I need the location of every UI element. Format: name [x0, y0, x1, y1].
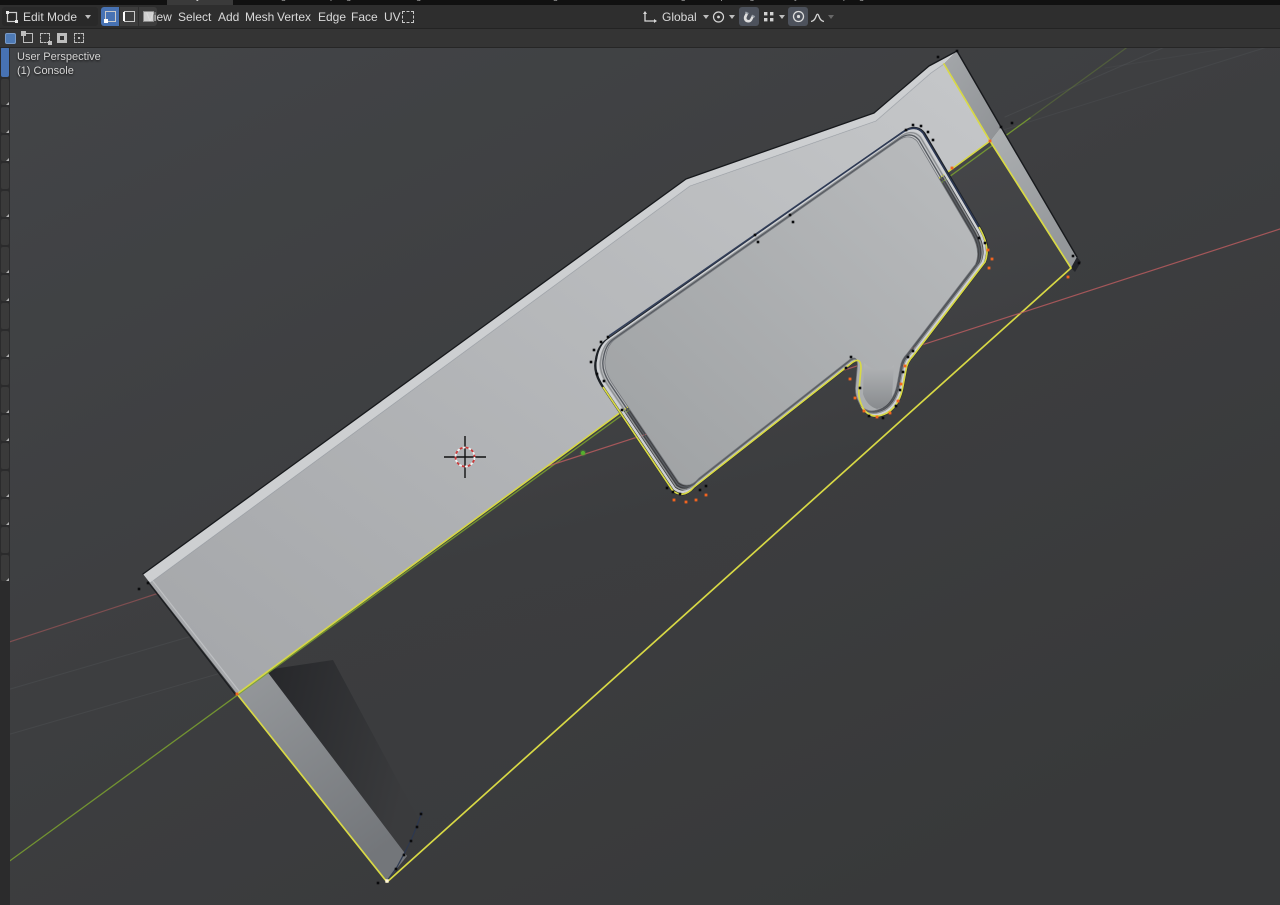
tool-button[interactable] [1, 191, 9, 217]
workspace-tab-strip[interactable]: Layout Modeling Sculpting UV Editing Texture… [0, 0, 1280, 5]
tool-button[interactable] [1, 387, 9, 413]
tool-button[interactable] [1, 443, 9, 469]
falloff-curve-icon [810, 13, 825, 22]
workspace-tab-modeling[interactable]: Modeling [246, 0, 287, 2]
snap-settings-dropdown[interactable] [762, 5, 785, 28]
tool-button[interactable] [1, 163, 9, 189]
select-mode-invert-button[interactable] [54, 31, 69, 45]
viewport-3d[interactable] [0, 0, 1280, 905]
menu-uv[interactable]: UV [384, 5, 401, 28]
viewport-overlay-text: User Perspective (1) Console [17, 50, 101, 78]
menu-select[interactable]: Select [178, 5, 211, 28]
xray-toggle-button[interactable] [402, 5, 414, 28]
tool-settings-bar [0, 29, 1280, 48]
select-mode-extend-button[interactable] [20, 31, 35, 45]
tool-button-active[interactable] [1, 47, 9, 77]
tool-button[interactable] [1, 275, 9, 301]
menu-view[interactable]: View [146, 5, 172, 28]
workspace-tab-sculpting[interactable]: Sculpting [310, 0, 351, 2]
xray-toggle-icon [402, 10, 414, 23]
mesh-console-object[interactable] [0, 0, 1280, 905]
menu-face[interactable]: Face [351, 5, 378, 28]
object-name-label: (1) Console [17, 65, 74, 77]
vertex-select-button[interactable] [101, 7, 119, 26]
select-mode-set-button[interactable] [3, 31, 18, 45]
menu-vertex[interactable]: Vertex [277, 5, 311, 28]
view-name-label: User Perspective [17, 51, 101, 63]
tool-button[interactable] [1, 107, 9, 133]
editmode-icon [6, 10, 18, 23]
viewport-header: Edit Mode View Select Add Mesh Vertex Edge Fac… [0, 5, 1280, 29]
tool-button[interactable] [1, 219, 9, 245]
chevron-down-icon [702, 14, 709, 19]
chevron-down-icon [85, 14, 92, 19]
pivot-dropdown[interactable] [711, 5, 735, 28]
magnet-icon [743, 10, 756, 22]
edge-select-button[interactable] [120, 7, 138, 26]
pivot-icon [712, 10, 725, 23]
workspace-tab-animation[interactable]: Animation [579, 0, 623, 2]
snap-settings-icon [764, 11, 774, 21]
proportional-editing-button[interactable] [788, 7, 808, 26]
select-mode-intersect-button[interactable] [71, 31, 86, 45]
workspace-tab-uv-editing[interactable]: UV Editing [374, 0, 421, 2]
tool-button[interactable] [1, 555, 9, 581]
menu-add[interactable]: Add [218, 5, 239, 28]
chevron-down-icon [729, 14, 735, 19]
tool-button[interactable] [1, 359, 9, 385]
tool-button[interactable] [1, 247, 9, 273]
mode-label: Edit Mode [23, 9, 78, 24]
tool-button[interactable] [1, 527, 9, 553]
tool-button[interactable] [1, 135, 9, 161]
menu-mesh[interactable]: Mesh [245, 5, 274, 28]
tool-button[interactable] [1, 499, 9, 525]
orientation-label: Global [662, 9, 697, 24]
tool-button[interactable] [1, 415, 9, 441]
tool-button[interactable] [1, 331, 9, 357]
orientation-dropdown[interactable]: Global [642, 5, 709, 28]
select-mode-options [3, 31, 86, 45]
toolbar-column [0, 47, 10, 905]
vertex-select-icon [103, 11, 116, 23]
falloff-dropdown[interactable] [810, 5, 834, 28]
workspace-tab-layout[interactable]: Layout [185, 0, 215, 2]
snap-toggle-button[interactable] [739, 7, 759, 26]
blender-window: { "workspace_tabs": { "items": [ {"label… [0, 0, 1280, 905]
workspace-tab-texture-paint[interactable]: Texture Paint [441, 0, 499, 2]
chevron-down-icon [779, 14, 785, 19]
tool-button[interactable] [1, 471, 9, 497]
tool-button[interactable] [1, 303, 9, 329]
mesh-selected-vertices [385, 879, 389, 883]
select-mode-subtract-button[interactable] [37, 31, 52, 45]
workspace-tab-geometry-nodes[interactable]: Geometry Nodes [755, 0, 831, 2]
chevron-down-icon [828, 14, 834, 19]
menu-edge[interactable]: Edge [318, 5, 346, 28]
mode-dropdown[interactable]: Edit Mode [2, 7, 98, 26]
orientation-icon [643, 10, 657, 23]
workspace-tab-shading[interactable]: Shading [522, 0, 559, 2]
workspace-tab-rendering[interactable]: Rendering [640, 0, 686, 2]
proportional-editing-icon [792, 10, 804, 23]
tool-button[interactable] [1, 79, 9, 105]
edge-select-icon [122, 11, 135, 22]
add-workspace-button[interactable]: + [855, 0, 861, 4]
workspace-tab-compositing[interactable]: Compositing [699, 0, 755, 2]
